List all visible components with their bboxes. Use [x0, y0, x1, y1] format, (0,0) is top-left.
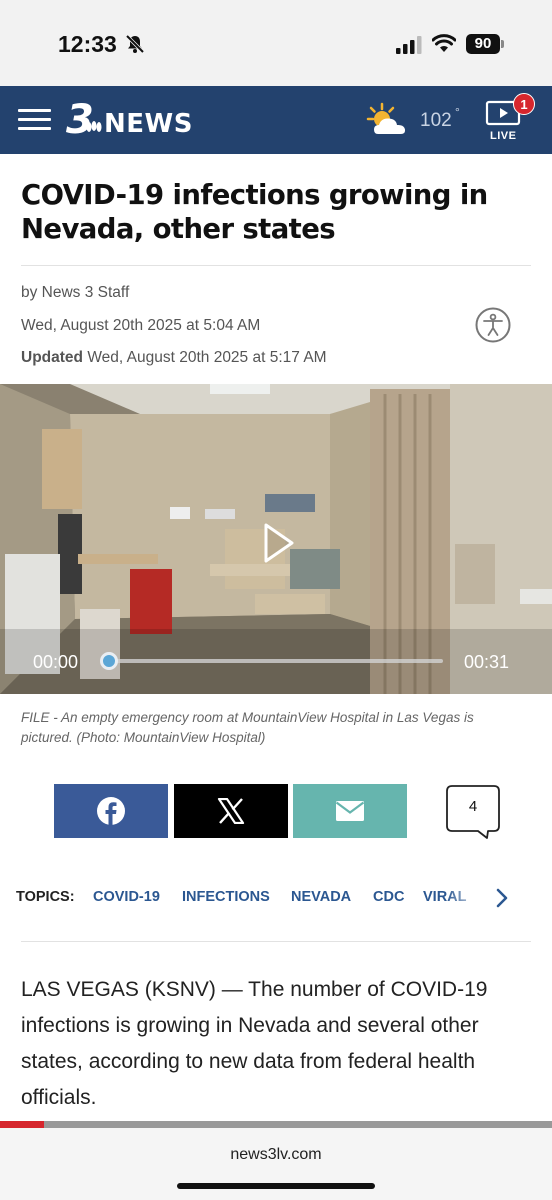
accessibility-icon[interactable]	[474, 306, 512, 344]
updated-date: Wed, August 20th 2025 at 5:17 AM	[87, 349, 327, 366]
facebook-icon	[97, 797, 125, 825]
divider	[21, 265, 531, 266]
byline: by News 3 Staff	[21, 284, 130, 301]
bell-slash-icon	[125, 34, 145, 54]
weather-sun-cloud-icon[interactable]	[366, 102, 412, 138]
live-badge: 1	[513, 93, 535, 115]
topic-link[interactable]: CDC	[373, 889, 404, 905]
chevron-right-icon[interactable]	[494, 888, 510, 908]
video-current-time: 00:00	[33, 652, 79, 672]
temperature: 102	[420, 110, 452, 131]
url-text: news3lv.com	[230, 1146, 322, 1163]
x-icon	[217, 798, 245, 824]
topic-link[interactable]: INFECTIONS	[182, 889, 270, 905]
battery-tip	[501, 40, 504, 48]
site-header: 3 NEWS 102 ° LIVE 1	[0, 86, 552, 154]
video-duration: 00:31	[464, 652, 510, 672]
published-date: Wed, August 20th 2025 at 5:04 AM	[21, 317, 261, 334]
email-icon	[335, 801, 365, 821]
reading-progress-fill	[0, 1121, 45, 1128]
home-indicator[interactable]	[177, 1183, 375, 1189]
play-icon[interactable]	[262, 522, 296, 564]
reading-progress-bar	[0, 1121, 552, 1128]
video-progress-bar[interactable]	[106, 659, 443, 663]
x-share-button[interactable]	[174, 784, 288, 838]
logo-number: 3	[66, 97, 94, 143]
topic-link[interactable]: COVID-19	[93, 889, 160, 905]
facebook-share-button[interactable]	[54, 784, 168, 838]
topic-link[interactable]: NEVADA	[291, 889, 351, 905]
wifi-icon	[432, 34, 456, 52]
video-progress-thumb[interactable]	[100, 652, 118, 670]
updated-label: Updated	[21, 349, 83, 366]
temperature-unit: °	[455, 105, 460, 119]
topics-fade	[446, 880, 486, 914]
email-share-button[interactable]	[293, 784, 407, 838]
status-time: 12:33	[58, 31, 117, 57]
logo-text: NEWS	[104, 109, 193, 139]
article-headline: COVID-19 infections growing in Nevada, o…	[21, 179, 488, 245]
comments-button[interactable]: 4	[446, 784, 500, 839]
topics-label: TOPICS:	[16, 889, 75, 905]
article-paragraph: LAS VEGAS (KSNV) — The number of COVID-1…	[21, 978, 488, 1109]
battery-indicator: 90	[466, 34, 500, 54]
live-button[interactable]: LIVE 1	[484, 93, 535, 146]
menu-icon[interactable]	[18, 109, 51, 131]
image-caption: FILE - An empty emergency room at Mounta…	[21, 710, 474, 745]
browser-url-bar[interactable]: news3lv.com	[0, 1128, 552, 1200]
comment-count: 4	[468, 798, 478, 815]
status-bar: 12:33 90	[0, 0, 552, 86]
signal-icon	[396, 36, 422, 54]
divider	[21, 941, 531, 942]
updated-line: Updated Wed, August 20th 2025 at 5:17 AM	[21, 349, 327, 367]
peacock-icon	[86, 121, 102, 132]
live-label: LIVE	[490, 130, 517, 142]
